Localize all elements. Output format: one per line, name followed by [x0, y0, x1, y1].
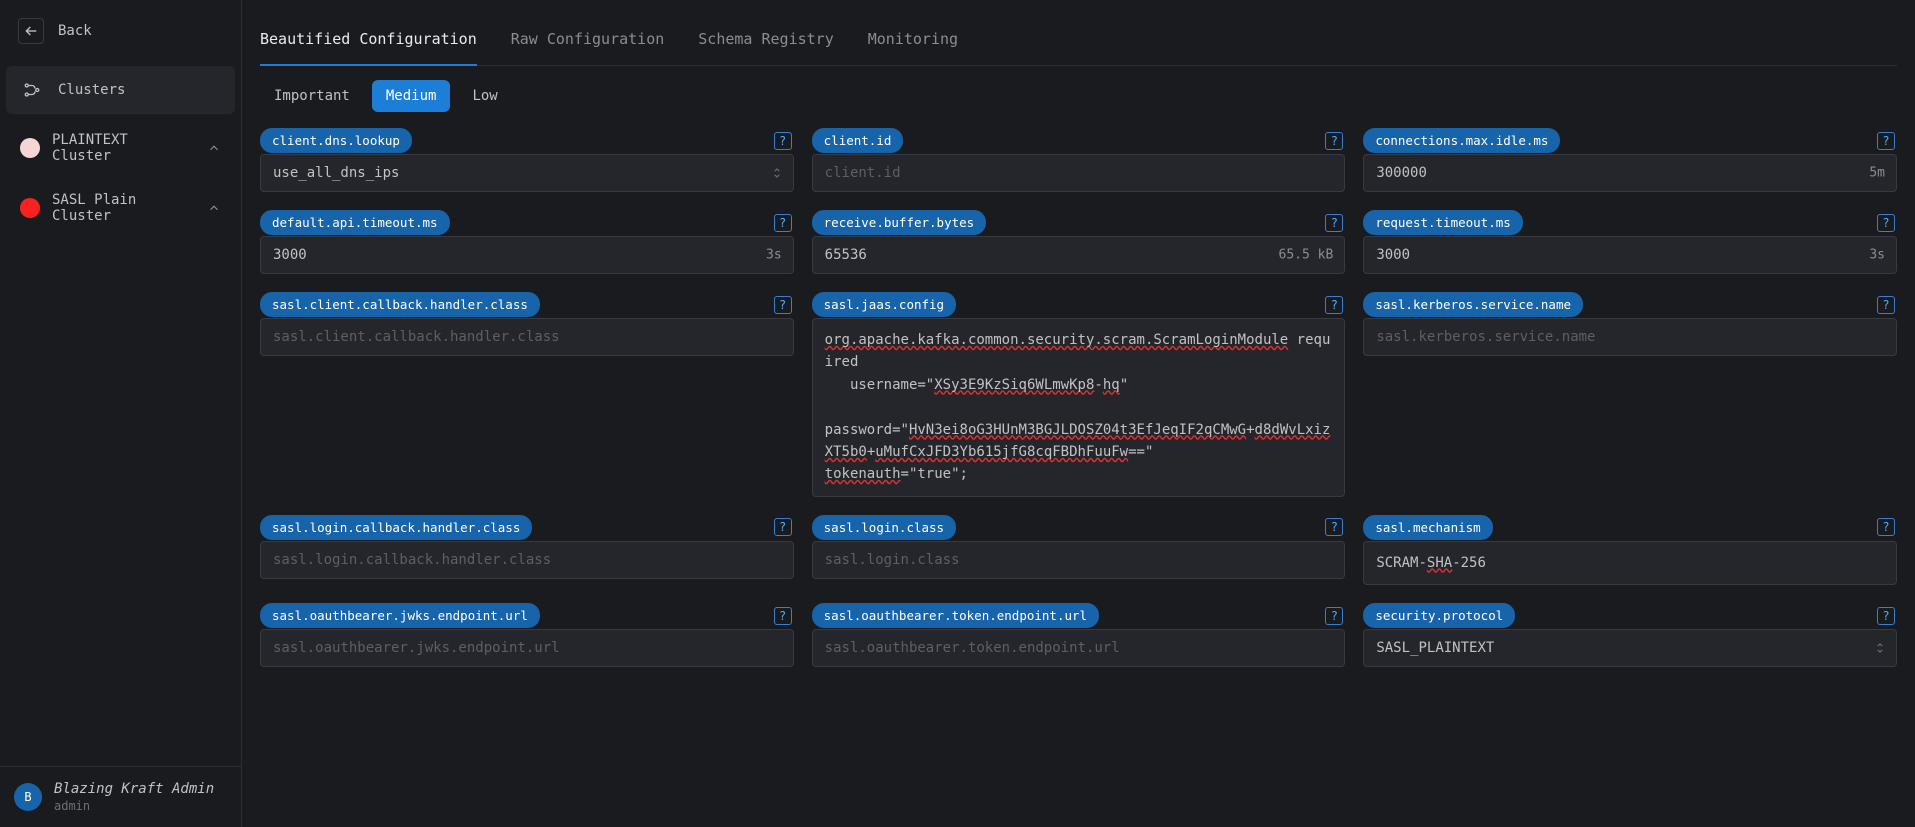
help-icon[interactable]: ?	[1877, 607, 1895, 625]
field-receive-buffer-bytes: receive.buffer.bytes ? 65.5 kB	[812, 210, 1346, 274]
request-timeout-ms-input[interactable]	[1363, 236, 1897, 274]
help-icon[interactable]: ?	[1877, 518, 1895, 536]
user-footer[interactable]: B Blazing Kraft Admin admin	[0, 766, 241, 827]
tab-primary-3[interactable]: Monitoring	[868, 18, 958, 65]
connections-max-idle-ms-input[interactable]	[1363, 154, 1897, 192]
receive-buffer-bytes-input[interactable]	[812, 236, 1346, 274]
client-id-input[interactable]	[812, 154, 1346, 192]
tab-primary-0[interactable]: Beautified Configuration	[260, 18, 477, 66]
field-sasl-kerberos-service-name: sasl.kerberos.service.name ?	[1363, 292, 1897, 356]
default-api-timeout-ms-input[interactable]	[260, 236, 794, 274]
sasl-jaas-config-textarea[interactable]: org.apache.kafka.common.security.scram.S…	[812, 318, 1346, 497]
sasl-client-callback-handler-class-input[interactable]	[260, 318, 794, 356]
field-badge: request.timeout.ms	[1363, 210, 1522, 235]
security-protocol-select[interactable]: SASL_PLAINTEXT	[1363, 629, 1897, 667]
field-sasl-oauthbearer-token-endpoint-url: sasl.oauthbearer.token.endpoint.url ?	[812, 603, 1346, 667]
tab-secondary-1[interactable]: Medium	[372, 80, 451, 112]
field-badge: sasl.login.callback.handler.class	[260, 515, 532, 540]
status-dot-icon	[20, 198, 40, 218]
sidebar-cluster-plaintext[interactable]: PLAINTEXT Cluster	[6, 118, 235, 178]
field-sasl-login-class: sasl.login.class ?	[812, 515, 1346, 579]
field-badge: receive.buffer.bytes	[812, 210, 987, 235]
field-badge: client.dns.lookup	[260, 128, 412, 153]
field-client-dns-lookup: client.dns.lookup ? use_all_dns_ips	[260, 128, 794, 192]
back-label: Back	[58, 23, 92, 39]
sidebar-item-label: Clusters	[58, 82, 125, 98]
field-badge: client.id	[812, 128, 904, 153]
chevron-up-icon	[207, 141, 221, 155]
sidebar-item-clusters[interactable]: Clusters	[6, 66, 235, 114]
field-badge: sasl.login.class	[812, 515, 956, 540]
help-icon[interactable]: ?	[1325, 132, 1343, 150]
field-sasl-oauthbearer-jwks-endpoint-url: sasl.oauthbearer.jwks.endpoint.url ?	[260, 603, 794, 667]
field-badge: sasl.mechanism	[1363, 515, 1492, 540]
tab-secondary-2[interactable]: Low	[458, 80, 511, 112]
field-security-protocol: security.protocol ? SASL_PLAINTEXT	[1363, 603, 1897, 667]
user-name: Blazing Kraft Admin	[54, 781, 214, 797]
cluster-label: SASL Plain Cluster	[52, 192, 195, 224]
help-icon[interactable]: ?	[774, 518, 792, 536]
sasl-mechanism-input[interactable]: SCRAM-SHA-256	[1363, 541, 1897, 585]
field-client-id: client.id ?	[812, 128, 1346, 192]
field-badge: default.api.timeout.ms	[260, 210, 450, 235]
field-sasl-login-callback-handler-class: sasl.login.callback.handler.class ?	[260, 515, 794, 579]
tab-secondary-0[interactable]: Important	[260, 80, 364, 112]
back-button[interactable]: Back	[6, 10, 235, 52]
help-icon[interactable]: ?	[774, 607, 792, 625]
clusters-icon	[20, 78, 44, 102]
help-icon[interactable]: ?	[774, 132, 792, 150]
tab-primary-1[interactable]: Raw Configuration	[511, 18, 665, 65]
field-badge: sasl.oauthbearer.token.endpoint.url	[812, 603, 1099, 628]
help-icon[interactable]: ?	[1877, 296, 1895, 314]
sidebar-cluster-sasl[interactable]: SASL Plain Cluster	[6, 178, 235, 238]
field-request-timeout-ms: request.timeout.ms ? 3s	[1363, 210, 1897, 274]
sasl-kerberos-service-name-input[interactable]	[1363, 318, 1897, 356]
tabs-primary: Beautified Configuration Raw Configuratio…	[260, 18, 1897, 66]
field-sasl-client-callback-handler-class: sasl.client.callback.handler.class ?	[260, 292, 794, 356]
field-sasl-jaas-config: sasl.jaas.config ? org.apache.kafka.comm…	[812, 292, 1346, 497]
tab-primary-2[interactable]: Schema Registry	[698, 18, 833, 65]
sasl-login-callback-handler-class-input[interactable]	[260, 541, 794, 579]
field-badge: sasl.oauthbearer.jwks.endpoint.url	[260, 603, 540, 628]
sasl-login-class-input[interactable]	[812, 541, 1346, 579]
back-arrow-icon	[18, 18, 44, 44]
help-icon[interactable]: ?	[774, 296, 792, 314]
help-icon[interactable]: ?	[1877, 214, 1895, 232]
main-content: Beautified Configuration Raw Configuratio…	[242, 0, 1915, 827]
help-icon[interactable]: ?	[1325, 607, 1343, 625]
chevron-up-icon	[207, 201, 221, 215]
field-badge: sasl.jaas.config	[812, 292, 956, 317]
field-badge: connections.max.idle.ms	[1363, 128, 1560, 153]
user-sub: admin	[54, 799, 214, 813]
status-dot-icon	[20, 138, 40, 158]
config-grid: client.dns.lookup ? use_all_dns_ips clie…	[260, 128, 1897, 667]
help-icon[interactable]: ?	[1325, 518, 1343, 536]
help-icon[interactable]: ?	[1877, 132, 1895, 150]
field-badge: security.protocol	[1363, 603, 1515, 628]
sasl-oauthbearer-token-endpoint-url-input[interactable]	[812, 629, 1346, 667]
sasl-oauthbearer-jwks-endpoint-url-input[interactable]	[260, 629, 794, 667]
help-icon[interactable]: ?	[1325, 214, 1343, 232]
field-connections-max-idle-ms: connections.max.idle.ms ? 5m	[1363, 128, 1897, 192]
field-badge: sasl.client.callback.handler.class	[260, 292, 540, 317]
field-sasl-mechanism: sasl.mechanism ? SCRAM-SHA-256	[1363, 515, 1897, 585]
client-dns-lookup-select[interactable]: use_all_dns_ips	[260, 154, 794, 192]
field-default-api-timeout-ms: default.api.timeout.ms ? 3s	[260, 210, 794, 274]
help-icon[interactable]: ?	[774, 214, 792, 232]
tabs-secondary: ImportantMediumLow	[260, 66, 1897, 118]
avatar: B	[14, 783, 42, 811]
sidebar: Back Clusters PLAINTEXT Cluster	[0, 0, 242, 827]
cluster-label: PLAINTEXT Cluster	[52, 132, 195, 164]
field-badge: sasl.kerberos.service.name	[1363, 292, 1583, 317]
help-icon[interactable]: ?	[1325, 296, 1343, 314]
